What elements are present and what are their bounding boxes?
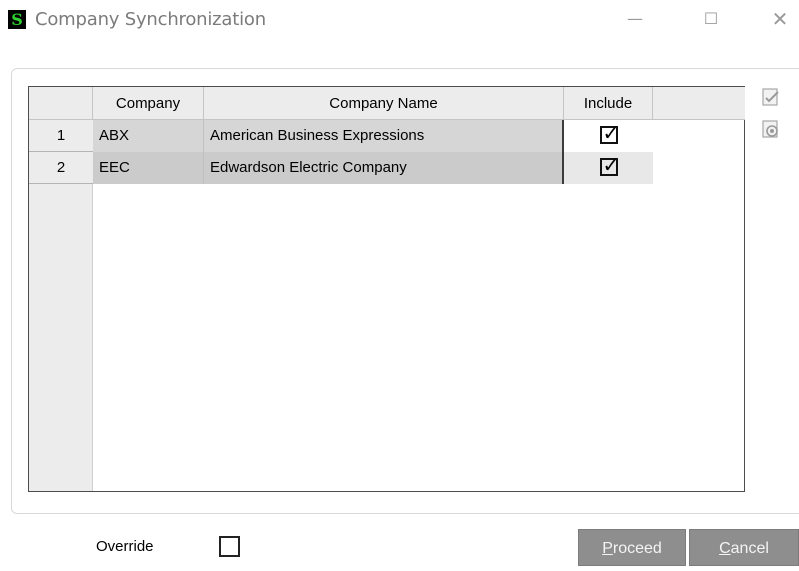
window-title: Company Synchronization — [35, 9, 266, 30]
column-header-company-name[interactable]: Company Name — [204, 87, 564, 120]
column-header-include[interactable]: Include — [564, 87, 653, 120]
cell-include[interactable]: ✓ — [564, 120, 653, 152]
override-label: Override — [96, 538, 154, 555]
include-checkbox[interactable]: ✓ — [599, 120, 620, 145]
check-mark-icon: ✓ — [602, 152, 620, 177]
proceed-label: roceed — [612, 540, 662, 557]
row-number[interactable]: 2 — [29, 152, 93, 184]
cell-include[interactable]: ✓ — [564, 152, 653, 184]
include-checkbox[interactable]: ✓ — [599, 152, 620, 177]
proceed-mnemonic: P — [602, 540, 613, 557]
check-mark-icon: ✓ — [602, 120, 620, 145]
override-checkbox[interactable] — [219, 536, 240, 557]
cancel-label: ancel — [730, 540, 769, 557]
column-header-empty — [653, 87, 745, 120]
cancel-mnemonic: C — [719, 540, 731, 557]
cell-company-name[interactable]: American Business Expressions — [204, 120, 564, 152]
clear-all-icon[interactable] — [760, 118, 782, 140]
minimize-button[interactable]: — — [612, 0, 658, 38]
grid-corner — [29, 87, 93, 120]
close-button[interactable]: ✕ — [757, 0, 799, 38]
proceed-button[interactable]: Proceed — [578, 529, 686, 566]
check-all-icon[interactable] — [760, 86, 782, 108]
cell-company[interactable]: EEC — [93, 152, 204, 184]
cell-company[interactable]: ABX — [93, 120, 204, 152]
cell-company-name[interactable]: Edwardson Electric Company — [204, 152, 564, 184]
title-bar: S Company Synchronization — ☐ ✕ — [0, 0, 799, 38]
cancel-button[interactable]: Cancel — [689, 529, 799, 566]
row-number[interactable]: 1 — [29, 120, 93, 152]
column-header-company[interactable]: Company — [93, 87, 204, 120]
company-grid[interactable]: Company Company Name Include 1 ABX Ameri… — [28, 86, 745, 492]
maximize-button[interactable]: ☐ — [688, 0, 734, 38]
app-icon: S — [8, 10, 26, 29]
